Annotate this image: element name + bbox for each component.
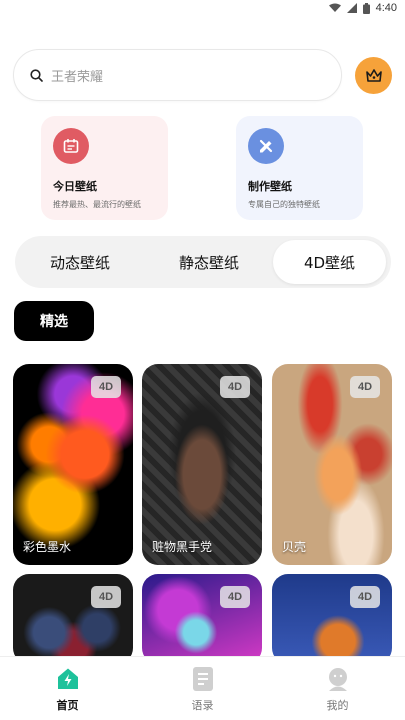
wallpaper-tile[interactable]: 4D 赃物黑手党	[142, 364, 262, 565]
document-icon	[192, 665, 214, 693]
tab-label: 语录	[191, 699, 214, 712]
search-placeholder: 王者荣耀	[51, 69, 104, 85]
tab-4d-wallpaper[interactable]: 4D壁纸	[273, 240, 386, 284]
edit-tool-icon	[248, 128, 284, 164]
user-icon	[325, 665, 351, 693]
wallpaper-title: 贝壳	[282, 540, 307, 554]
tab-label: 首页	[56, 699, 79, 712]
tab-static-wallpaper[interactable]: 静态壁纸	[145, 236, 273, 288]
4d-badge: 4D	[91, 586, 121, 608]
wallpaper-title: 赃物黑手党	[152, 540, 213, 554]
battery-icon	[362, 2, 370, 14]
home-icon	[55, 665, 81, 693]
wifi-icon	[328, 3, 341, 12]
status-bar: 4:40	[0, 0, 405, 18]
feature-title: 制作壁纸	[248, 180, 292, 193]
tab-quotes[interactable]: 语录	[135, 657, 270, 720]
bottom-tab-bar: 首页 语录 我的	[0, 656, 405, 720]
cellular-icon	[346, 3, 357, 13]
search-input[interactable]: 王者荣耀	[13, 49, 342, 101]
wallpaper-tile[interactable]: 4D	[13, 574, 133, 664]
wallpaper-tile[interactable]: 4D	[272, 574, 392, 664]
feature-subtitle: 专属自己的独特壁纸	[248, 200, 320, 209]
wallpaper-type-tabs: 动态壁纸 静态壁纸 4D壁纸	[15, 236, 391, 288]
feature-title: 今日壁纸	[53, 180, 97, 193]
4d-badge: 4D	[91, 376, 121, 398]
featured-filter-button[interactable]: 精选	[14, 301, 94, 341]
status-time: 4:40	[375, 2, 397, 14]
wallpaper-title: 彩色墨水	[23, 540, 72, 554]
crown-icon	[365, 68, 382, 82]
vip-button[interactable]	[355, 57, 392, 94]
4d-badge: 4D	[220, 376, 250, 398]
calendar-icon	[53, 128, 89, 164]
wallpaper-tile[interactable]: 4D	[142, 574, 262, 664]
tab-label: 我的	[326, 699, 349, 712]
4d-badge: 4D	[350, 586, 380, 608]
today-wallpaper-card[interactable]: 今日壁纸 推荐最热、最流行的壁纸	[41, 116, 168, 220]
tab-home[interactable]: 首页	[0, 657, 135, 720]
make-wallpaper-card[interactable]: 制作壁纸 专属自己的独特壁纸	[236, 116, 363, 220]
wallpaper-tile[interactable]: 4D 贝壳	[272, 364, 392, 565]
feature-subtitle: 推荐最热、最流行的壁纸	[53, 200, 141, 209]
4d-badge: 4D	[350, 376, 380, 398]
search-icon	[30, 68, 43, 82]
wallpaper-tile[interactable]: 4D 彩色墨水	[13, 364, 133, 565]
tab-profile[interactable]: 我的	[270, 657, 405, 720]
status-icons: 4:40	[328, 2, 397, 14]
tab-dynamic-wallpaper[interactable]: 动态壁纸	[15, 236, 145, 288]
4d-badge: 4D	[220, 586, 250, 608]
